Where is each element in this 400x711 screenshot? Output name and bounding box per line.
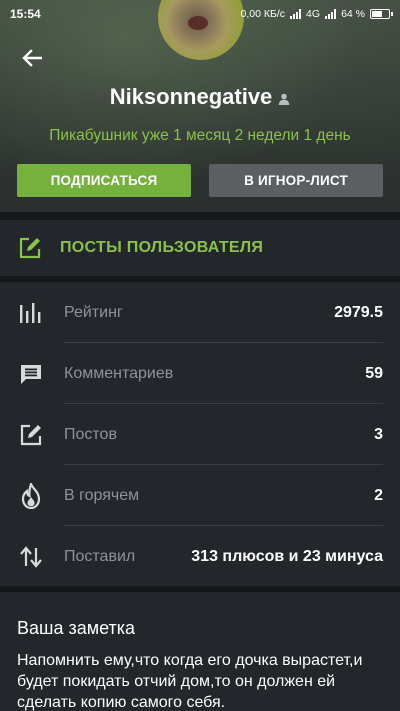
stat-name: Постов xyxy=(64,425,117,443)
status-bar: 15:54 0,00 КБ/с 4G 64 % xyxy=(0,0,400,28)
stat-row-hot: В горячем 2 xyxy=(0,465,400,526)
tenure-text: Пикабушник уже 1 месяц 2 недели 1 день xyxy=(49,127,351,144)
stat-row-votes: Поставил 313 плюсов и 23 минуса xyxy=(0,526,400,587)
username: Niksonnegative xyxy=(109,84,273,109)
battery-percent: 64 % xyxy=(341,8,365,20)
divider xyxy=(0,212,400,220)
user-posts-label: ПОСТЫ ПОЛЬЗОВАТЕЛЯ xyxy=(60,239,264,256)
stat-name: В горячем xyxy=(64,486,140,504)
comment-icon xyxy=(18,361,44,387)
bar-chart-icon xyxy=(18,300,44,326)
edit-icon xyxy=(19,237,41,259)
signal-icon xyxy=(290,9,302,19)
stat-value: 3 xyxy=(374,425,383,443)
stat-name: Поставил xyxy=(64,547,136,565)
note-title: Ваша заметка xyxy=(17,618,136,638)
back-button[interactable] xyxy=(16,42,48,74)
stat-value: 59 xyxy=(365,364,383,382)
user-posts-link[interactable]: ПОСТЫ ПОЛЬЗОВАТЕЛЯ xyxy=(0,220,400,276)
edit-icon xyxy=(18,422,44,448)
network-type: 4G xyxy=(306,8,321,20)
stats-list: Рейтинг 2979.5 Комментариев 59 Постов 3 xyxy=(0,282,400,586)
arrow-left-icon xyxy=(22,49,42,67)
subscribe-button[interactable]: ПОДПИСАТЬСЯ xyxy=(17,164,191,197)
status-indicators: 0,00 КБ/с 4G 64 % xyxy=(240,8,393,20)
stat-name: Рейтинг xyxy=(64,303,123,321)
status-time: 15:54 xyxy=(10,7,41,21)
stat-value: 2 xyxy=(374,486,383,504)
stat-row-rating: Рейтинг 2979.5 xyxy=(0,282,400,343)
signal-strength-icon xyxy=(325,9,337,19)
stat-value: 313 плюсов и 23 минуса xyxy=(191,547,383,565)
stat-row-comments: Комментариев 59 xyxy=(0,343,400,404)
user-note[interactable]: Ваша заметка Напомнить ему,что когда его… xyxy=(0,592,400,711)
user-icon xyxy=(278,93,290,105)
note-text: Напомнить ему,что когда его дочка выраст… xyxy=(17,652,363,711)
username-row: Niksonnegative xyxy=(0,84,400,110)
fire-icon xyxy=(18,482,44,509)
stat-value: 2979.5 xyxy=(334,303,383,321)
network-speed: 0,00 КБ/с xyxy=(240,8,286,20)
stat-row-posts: Постов 3 xyxy=(0,404,400,465)
stat-name: Комментариев xyxy=(64,364,174,382)
battery-icon xyxy=(370,9,393,19)
sort-arrows-icon xyxy=(18,544,44,570)
ignore-list-button[interactable]: В ИГНОР-ЛИСТ xyxy=(209,164,383,197)
